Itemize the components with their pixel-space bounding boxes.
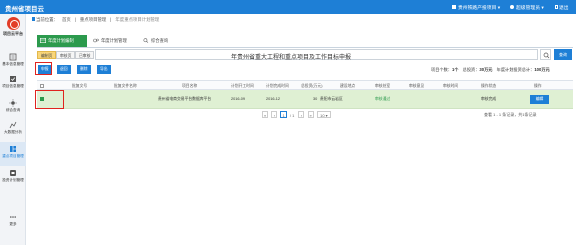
table-icon — [40, 38, 46, 43]
page-size-select[interactable]: 10 ▾ — [316, 111, 331, 118]
highlight-box-row — [35, 90, 64, 109]
edit-button[interactable]: 编辑 — [530, 95, 549, 104]
grid-icon — [10, 146, 16, 152]
sidebar: 项目云平台 基本信息管理 项目信息管理 综合查询 大数据分析 重点项目管理 投资… — [0, 14, 26, 245]
tab-annual-plan-manage[interactable]: 年度计划管理 — [90, 35, 138, 47]
sidebar-item-key-projects[interactable]: 重点项目管理 — [0, 142, 26, 166]
logout-button[interactable]: 退出 — [555, 4, 569, 11]
check-icon — [10, 76, 16, 82]
logo-icon — [6, 17, 20, 30]
user-icon — [510, 5, 514, 9]
user-menu[interactable]: 超级管理员 ▾ — [510, 4, 544, 11]
page-of: / 1 — [289, 113, 295, 118]
summary-stats: 项目个数：1个 总投资：30万元 年度计划投资总计：100万元 — [431, 67, 550, 72]
sidebar-item-home[interactable]: 项目云平台 — [0, 14, 26, 50]
highlight-box-submit — [35, 62, 52, 75]
search-icon — [143, 38, 149, 43]
sidebar-item-project-info[interactable]: 项目信息管理 — [0, 72, 26, 96]
first-page-button[interactable]: « — [262, 111, 269, 118]
table-row[interactable]: 贵州省电商交易平台数据库平台 2016-09 2016-12 30 贵阳市云岩区… — [37, 90, 573, 109]
tab-divider — [37, 47, 573, 48]
app-title: 贵州省项目云 — [5, 6, 44, 13]
project-count: 1个 — [451, 67, 459, 72]
tab-annual-plan-edit[interactable]: 年度计划编制 — [37, 35, 87, 47]
delete-button[interactable]: 删除 — [77, 65, 91, 74]
prev-page-button[interactable]: ‹ — [271, 111, 278, 118]
subtab-reviewed[interactable]: 已审核 — [75, 51, 95, 59]
search-icon — [543, 52, 550, 59]
page-info: 查看 1 - 1 条记录，共1条记录 — [484, 112, 537, 117]
query-button[interactable]: 查询 — [554, 49, 572, 60]
logout-icon — [555, 5, 558, 9]
subtab-review[interactable]: 审核页 — [56, 51, 76, 59]
total-investment: 30万元 — [479, 67, 493, 72]
search-button[interactable] — [540, 49, 551, 60]
sun-icon — [9, 99, 17, 107]
status-text: 审核完成 — [481, 97, 497, 101]
dots-icon — [10, 216, 16, 218]
breadcrumb-key-projects[interactable]: 重点项目管理 — [80, 17, 106, 22]
table-header: 批复文号 批复文件名称 项目名称 计划开工时间 计划完成时间 总投资(万元) 建… — [37, 80, 573, 90]
sidebar-item-invest-plan[interactable]: 投资计划管理 — [0, 166, 26, 190]
annual-investment: 100万元 — [534, 67, 550, 72]
plan-title-field[interactable]: 年贵州省重大工程和重点项目及工作目标申报 — [95, 49, 538, 61]
tab-query[interactable]: 综合查询 — [140, 35, 180, 47]
breadcrumb: 当前位置： 首页 | 重点项目管理 | 年度重点项目计划管理 — [32, 17, 163, 25]
doc-icon — [10, 170, 16, 176]
sidebar-item-basic-info[interactable]: 基本信息管理 — [0, 50, 26, 72]
sidebar-item-more[interactable]: 更多 — [0, 210, 26, 234]
next-page-button[interactable]: › — [298, 111, 305, 118]
top-bar: 贵州省项目云 贵州铁路产投项目 ▾ 超级管理员 ▾ 退出 — [0, 0, 576, 14]
breadcrumb-home[interactable]: 首页 — [62, 17, 71, 22]
home-icon — [452, 5, 456, 9]
last-page-button[interactable]: » — [307, 111, 314, 118]
select-all-checkbox[interactable] — [40, 83, 44, 88]
list-icon — [9, 53, 17, 61]
return-button[interactable]: 退回 — [57, 65, 71, 74]
chart-icon — [9, 121, 17, 129]
breadcrumb-current: 年度重点项目计划管理 — [115, 17, 160, 22]
sidebar-item-query[interactable]: 综合查询 — [0, 96, 26, 118]
subtab-draft[interactable]: 编制页 — [37, 51, 57, 59]
gears-icon — [93, 38, 99, 43]
sidebar-item-bigdata[interactable]: 大数据分析 — [0, 118, 26, 142]
export-button[interactable]: 导出 — [97, 65, 111, 74]
review-dept: 审核通过 — [375, 97, 391, 101]
page-input[interactable]: 1 — [280, 111, 287, 118]
project-name: 贵州省电商交易平台数据库平台 — [158, 97, 212, 101]
flag-icon — [32, 17, 35, 21]
company-menu[interactable]: 贵州铁路产投项目 ▾ — [452, 4, 500, 11]
pagination: « ‹ 1 / 1 › » 10 ▾ — [262, 111, 333, 119]
